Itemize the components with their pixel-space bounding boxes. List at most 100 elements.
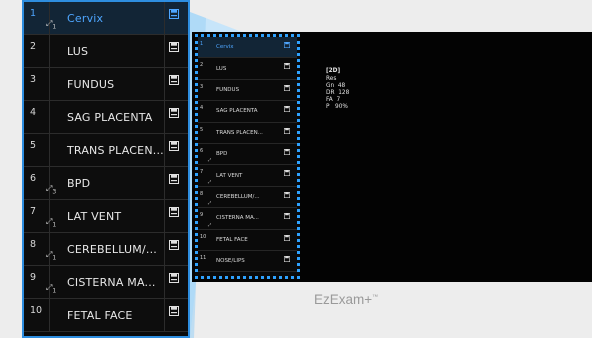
zoomed-exam-list: 1 Cervix ⤢1 2 LUS 3 FUNDUS 4 SAG PLACENT… (22, 0, 190, 338)
item-label: FUNDUS (216, 86, 240, 93)
item-index: 6 (200, 148, 204, 154)
measurement-marker-icon: ⤢1 (46, 283, 57, 295)
product-brand: EzExam+™ (314, 292, 378, 307)
list-item[interactable]: 11 NOSE/LIPS (198, 251, 297, 273)
save-icon[interactable] (284, 149, 290, 155)
list-item[interactable]: 8 CEREBELLUM/... ⤢ (198, 187, 297, 209)
list-item[interactable]: 4 SAG PLACENTA (198, 101, 297, 123)
item-index: 10 (24, 299, 50, 331)
save-icon[interactable] (169, 240, 179, 250)
measurement-marker-icon: ⤢ (208, 221, 212, 227)
gain-row: Gn 48 (326, 83, 346, 89)
zoom-list-item[interactable]: 6 BPD ⤢3 (24, 167, 188, 200)
save-icon[interactable] (169, 9, 179, 19)
item-index: 3 (24, 68, 50, 100)
item-index: 3 (200, 83, 204, 90)
list-item[interactable]: 6 BPD ⤢ (198, 144, 297, 166)
measurement-marker-icon: ⤢3 (46, 184, 57, 196)
item-label: FUNDUS (67, 77, 115, 91)
divider (164, 266, 165, 298)
save-icon[interactable] (284, 170, 290, 177)
divider (164, 299, 165, 331)
frame-average-row: FA 7 (326, 97, 341, 103)
measurement-marker-icon: ⤢1 (46, 19, 57, 31)
save-icon[interactable] (284, 127, 290, 134)
list-item[interactable]: 5 TRANS PLACEN... (198, 123, 297, 144)
save-icon[interactable] (169, 306, 179, 316)
item-label: BPD (216, 151, 228, 158)
item-label: CISTERNA MA... (67, 275, 156, 289)
list-item[interactable]: 9 CISTERNA MA... ⤢ (198, 208, 297, 230)
save-icon[interactable] (284, 84, 290, 91)
item-label: CISTERNA MA... (216, 215, 259, 222)
item-label: SAG PLACENTA (67, 110, 153, 124)
list-item[interactable]: 3 FUNDUS (198, 80, 297, 102)
zoom-list-item[interactable]: 7 LAT VENT ⤢1 (24, 200, 188, 233)
imaging-parameters: [2D] Res Gn 48 DR 128 FA 7 P 90% (326, 68, 349, 111)
save-icon[interactable] (284, 63, 290, 70)
list-item[interactable]: 10 FETAL FACE (198, 230, 297, 251)
save-icon[interactable] (169, 141, 179, 151)
item-index: 5 (200, 126, 204, 133)
item-label: LAT VENT (67, 209, 122, 223)
measurement-marker-icon: ⤢1 (46, 250, 57, 262)
item-label: LUS (67, 44, 89, 58)
save-icon[interactable] (284, 106, 290, 113)
item-label: LAT VENT (216, 172, 243, 179)
dynamic-range-row: DR 128 (326, 90, 350, 96)
save-icon[interactable] (284, 191, 290, 198)
save-icon[interactable] (169, 273, 179, 283)
measurement-marker-icon: ⤢ (208, 178, 212, 184)
divider (164, 101, 165, 133)
item-label: TRANS PLACEN... (67, 143, 164, 157)
save-icon[interactable] (284, 42, 290, 48)
trademark: ™ (372, 294, 379, 301)
item-label: NOSE/LIPS (216, 258, 245, 265)
item-index: 9 (200, 212, 204, 219)
item-label: LUS (216, 65, 227, 72)
list-item[interactable]: 7 LAT VENT ⤢ (198, 165, 297, 187)
brand-name: EzExam+ (314, 292, 373, 307)
zoom-list-item[interactable]: 2 LUS (24, 35, 188, 68)
zoom-list-item[interactable]: 4 SAG PLACENTA (24, 101, 188, 134)
divider (164, 2, 165, 34)
zoom-list-item[interactable]: 1 Cervix ⤢1 (24, 2, 188, 35)
item-label: BPD (67, 176, 91, 190)
exam-list-panel: 1 Cervix 2 LUS 3 FUNDUS 4 SAG PLACENTA 5… (195, 34, 300, 279)
save-icon[interactable] (169, 75, 179, 85)
divider (164, 35, 165, 67)
item-index: 4 (200, 105, 204, 112)
divider (164, 200, 165, 232)
save-icon[interactable] (169, 174, 179, 184)
list-item[interactable]: 2 LUS (198, 58, 297, 80)
item-label: Cervix (216, 44, 234, 51)
save-icon[interactable] (169, 207, 179, 217)
measurement-marker-icon: ⤢ (208, 157, 212, 163)
save-icon[interactable] (284, 234, 290, 241)
item-index: 5 (24, 134, 50, 166)
item-label: Cervix (67, 11, 104, 25)
item-index: 2 (200, 62, 204, 69)
item-label: CEREBELLUM/... (216, 193, 260, 200)
item-label: TRANS PLACEN... (216, 129, 263, 136)
save-icon[interactable] (284, 256, 290, 262)
item-label: FETAL FACE (67, 308, 133, 322)
ultrasound-screen: 1 Cervix 2 LUS 3 FUNDUS 4 SAG PLACENTA 5… (192, 32, 592, 282)
zoom-list-item[interactable]: 9 CISTERNA MA... ⤢1 (24, 266, 188, 299)
measurement-marker-icon: ⤢ (208, 200, 212, 206)
divider (164, 233, 165, 265)
item-label: CEREBELLUM/... (67, 242, 157, 256)
power-row: P 90% (326, 104, 348, 110)
zoom-list-item[interactable]: 8 CEREBELLUM/... ⤢1 (24, 233, 188, 266)
item-index: 10 (200, 233, 207, 240)
save-icon[interactable] (284, 213, 290, 220)
save-icon[interactable] (169, 108, 179, 118)
list-item[interactable]: 1 Cervix (198, 37, 297, 59)
zoom-list-item[interactable]: 5 TRANS PLACEN... (24, 134, 188, 167)
divider (164, 134, 165, 166)
zoom-list-item[interactable]: 3 FUNDUS (24, 68, 188, 101)
zoom-list-item[interactable]: 10 FETAL FACE (24, 299, 188, 332)
divider (164, 68, 165, 100)
item-index: 8 (200, 190, 204, 197)
save-icon[interactable] (169, 42, 179, 52)
